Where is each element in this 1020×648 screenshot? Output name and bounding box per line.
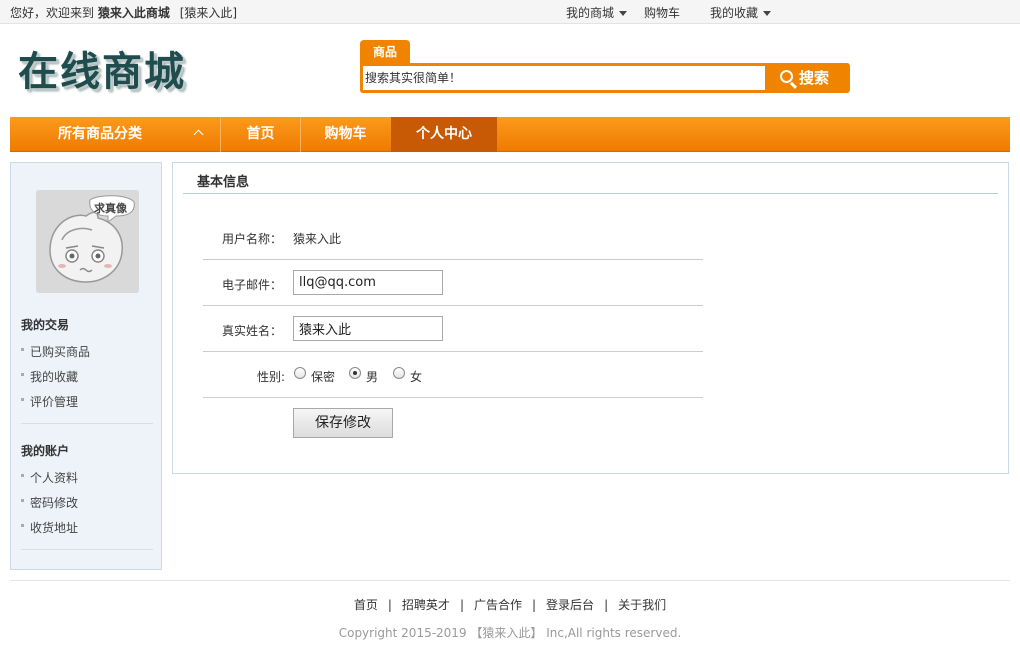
my-favorites-menu[interactable]: 我的收藏 xyxy=(710,4,772,21)
site-name: 猿来入此商城 xyxy=(97,6,170,20)
copyright: Copyright 2015-2019 【猿来入此】 Inc,All right… xyxy=(338,626,682,640)
top-bar: 您好，欢迎来到 猿来入此商城 [猿来入此] 我的商城 购物车 我的收藏 xyxy=(0,0,1020,24)
sidebar-item-reviews[interactable]: 评价管理 xyxy=(21,393,78,410)
sidebar-item-label: 密码修改 xyxy=(30,496,79,510)
sidebar-item-profile[interactable]: 个人资料 xyxy=(21,469,78,486)
footer-link-jobs[interactable]: 招聘英才 xyxy=(402,598,450,612)
sidebar-divider xyxy=(21,423,153,424)
my-favorites-label: 我的收藏 xyxy=(710,6,759,20)
sidebar-item-label: 我的收藏 xyxy=(30,370,79,384)
sidebar-item-label: 评价管理 xyxy=(30,395,79,409)
footer-separator: | xyxy=(532,598,537,612)
bullet-icon xyxy=(21,373,24,376)
gender-label: 性别: xyxy=(257,370,286,384)
user-name[interactable]: [猿来入此] xyxy=(180,6,237,20)
avatar: 求真像 xyxy=(36,190,139,293)
sidebar-item-address[interactable]: 收货地址 xyxy=(21,519,78,536)
sidebar-item-password[interactable]: 密码修改 xyxy=(21,494,78,511)
search-tab-goods[interactable]: 商品 xyxy=(360,40,410,64)
welcome-message: 您好，欢迎来到 猿来入此商城 [猿来入此] xyxy=(10,4,237,21)
nav-cart[interactable]: 购物车 xyxy=(300,117,390,152)
row-divider xyxy=(203,305,703,306)
avatar-badge: 求真像 xyxy=(94,202,127,215)
realname-field[interactable] xyxy=(293,316,443,341)
site-logo[interactable]: 在线商城 xyxy=(18,48,186,96)
caret-down-icon xyxy=(763,11,772,16)
footer-link-home[interactable]: 首页 xyxy=(354,598,378,612)
nav-user-center[interactable]: 个人中心 xyxy=(391,117,497,152)
welcome-prefix: 您好，欢迎来到 xyxy=(10,6,95,20)
row-divider xyxy=(203,259,703,260)
sidebar-item-label: 个人资料 xyxy=(30,471,79,485)
footer-divider xyxy=(10,580,1010,581)
bullet-icon xyxy=(21,474,24,477)
all-categories-label: 所有商品分类 xyxy=(58,126,142,142)
username-value: 猿来入此 xyxy=(293,232,342,246)
footer-link-about[interactable]: 关于我们 xyxy=(618,598,666,612)
gender-option-label: 男 xyxy=(366,370,379,384)
row-divider xyxy=(203,397,703,398)
search-input[interactable] xyxy=(363,66,765,90)
profile-panel: 基本信息 用户名称： 猿来入此 电子邮件： 真实姓名： 性别: 保密 男 女 保… xyxy=(172,162,1009,474)
sidebar-section-trade: 我的交易 xyxy=(21,318,70,332)
footer-separator: | xyxy=(387,598,392,612)
title-divider xyxy=(183,193,998,194)
footer-separator: | xyxy=(459,598,464,612)
nav-home[interactable]: 首页 xyxy=(220,117,300,152)
bullet-icon xyxy=(21,348,24,351)
email-label: 电子邮件： xyxy=(222,278,283,292)
search-button-label: 搜索 xyxy=(799,69,830,87)
bullet-icon xyxy=(21,524,24,527)
all-categories-menu[interactable]: 所有商品分类 xyxy=(10,117,220,152)
footer-link-admin[interactable]: 登录后台 xyxy=(546,598,594,612)
row-divider xyxy=(203,351,703,352)
username-label: 用户名称： xyxy=(222,232,283,246)
gender-option-label: 女 xyxy=(410,370,423,384)
save-button[interactable]: 保存修改 xyxy=(293,408,393,438)
sidebar-item-purchased[interactable]: 已购买商品 xyxy=(21,343,90,360)
cart-link[interactable]: 购物车 xyxy=(644,4,680,21)
sidebar-divider xyxy=(21,549,153,550)
email-field[interactable] xyxy=(293,270,443,295)
realname-label: 真实姓名： xyxy=(222,324,283,338)
footer-separator: | xyxy=(604,598,609,612)
footer-links: 首页 | 招聘英才 | 广告合作 | 登录后台 | 关于我们 xyxy=(0,596,1020,613)
my-mall-label: 我的商城 xyxy=(566,6,615,20)
sidebar-item-label: 已购买商品 xyxy=(30,345,91,359)
search-bar: 搜索 xyxy=(360,63,850,93)
search-icon xyxy=(780,70,793,83)
bullet-icon xyxy=(21,499,24,502)
sidebar-item-favorites[interactable]: 我的收藏 xyxy=(21,368,78,385)
search-button[interactable]: 搜索 xyxy=(772,63,850,93)
user-sidebar: 求真像 我的交易 已购买商品 我的收藏 评价管理 我的账户 个人资料 密码修改 … xyxy=(10,162,162,570)
cart-label: 购物车 xyxy=(644,6,681,20)
gender-option-label: 保密 xyxy=(311,370,336,384)
gender-radio-male[interactable] xyxy=(349,367,361,379)
chevron-up-icon xyxy=(193,129,204,140)
main-nav: 所有商品分类 首页 购物车 个人中心 xyxy=(10,117,1010,152)
sidebar-item-label: 收货地址 xyxy=(30,521,79,535)
gender-radio-secret[interactable] xyxy=(294,367,306,379)
footer-link-ads[interactable]: 广告合作 xyxy=(474,598,522,612)
section-title: 基本信息 xyxy=(197,175,250,190)
gender-radio-female[interactable] xyxy=(393,367,405,379)
my-mall-menu[interactable]: 我的商城 xyxy=(566,4,628,21)
sidebar-section-account: 我的账户 xyxy=(21,444,70,458)
bullet-icon xyxy=(21,398,24,401)
caret-down-icon xyxy=(619,11,628,16)
